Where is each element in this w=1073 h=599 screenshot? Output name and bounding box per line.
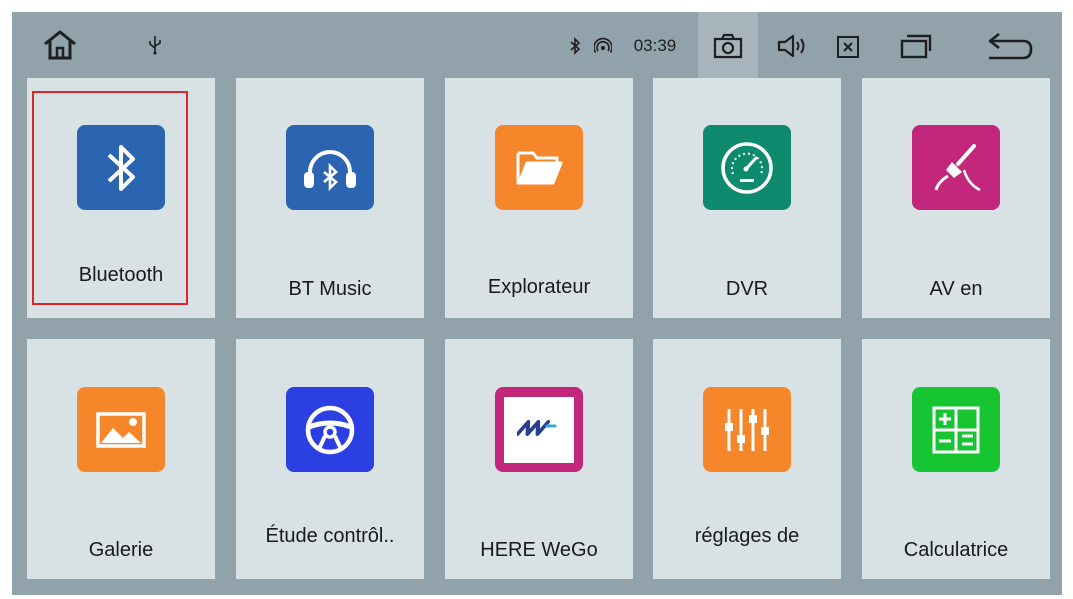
app-tile-reglages[interactable]: réglages de bbox=[653, 339, 841, 579]
app-label: BT Music bbox=[288, 278, 372, 300]
app-tile-galerie[interactable]: Galerie bbox=[27, 339, 215, 579]
app-tile-etude-controle[interactable]: Étude contrôl.. bbox=[236, 339, 424, 579]
here-wego-icon bbox=[495, 387, 583, 472]
app-tile-bt-music[interactable]: BT Music bbox=[236, 78, 424, 318]
app-tile-bluetooth[interactable]: Bluetooth bbox=[27, 78, 215, 318]
app-tile-dvr[interactable]: DVR bbox=[653, 78, 841, 318]
image-icon bbox=[77, 387, 165, 472]
app-tile-explorateur[interactable]: Explorateur bbox=[445, 78, 633, 318]
av-cable-icon bbox=[912, 125, 1000, 210]
launcher-screen: 03:39 Bluetooth BT Music Explorateur DVR… bbox=[12, 12, 1062, 595]
app-tile-here-wego[interactable]: HERE WeGo bbox=[445, 339, 633, 579]
app-label: DVR bbox=[725, 278, 769, 300]
clock: 03:39 bbox=[633, 36, 677, 55]
app-label: Bluetooth bbox=[78, 264, 164, 286]
back-icon[interactable] bbox=[984, 30, 1036, 62]
steering-wheel-icon bbox=[286, 387, 374, 472]
app-label: Galerie bbox=[88, 539, 154, 561]
app-label: Étude contrôl.. bbox=[265, 525, 395, 547]
volume-icon[interactable] bbox=[775, 32, 809, 60]
app-label: HERE WeGo bbox=[480, 539, 598, 561]
signal-icon bbox=[593, 36, 613, 56]
app-label: AV en bbox=[929, 278, 983, 300]
folder-icon bbox=[495, 125, 583, 210]
bt-music-icon bbox=[286, 125, 374, 210]
usb-icon bbox=[145, 34, 165, 56]
app-label: Explorateur bbox=[487, 276, 591, 298]
app-tile-av-en[interactable]: AV en bbox=[862, 78, 1050, 318]
recent-apps-icon[interactable] bbox=[898, 32, 934, 60]
speedometer-icon bbox=[703, 125, 791, 210]
app-tile-calculatrice[interactable]: Calculatrice bbox=[862, 339, 1050, 579]
home-icon[interactable] bbox=[40, 28, 80, 62]
close-app-icon[interactable] bbox=[835, 34, 861, 60]
bluetooth-icon bbox=[77, 125, 165, 210]
app-label: réglages de bbox=[694, 525, 800, 547]
camera-icon[interactable] bbox=[712, 32, 744, 60]
bluetooth-status-icon bbox=[567, 36, 583, 56]
equalizer-icon bbox=[703, 387, 791, 472]
app-label: Calculatrice bbox=[903, 539, 1009, 561]
status-bar: 03:39 bbox=[12, 12, 1062, 78]
calculator-icon bbox=[912, 387, 1000, 472]
